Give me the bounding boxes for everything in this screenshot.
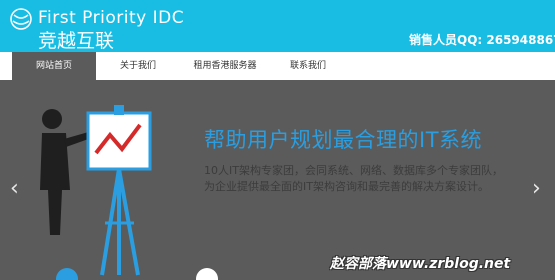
slide-dot-2[interactable] — [196, 268, 218, 280]
hero-description-line-2: 为企业提供最全面的IT架构咨询和最完善的解决方案设计。 — [204, 180, 489, 193]
hero-slider: ‹ › 帮助用户规划最合理的IT系统 10人IT架构专家团，会同系统、网络、数据… — [0, 80, 555, 280]
chevron-left-icon[interactable]: ‹ — [10, 176, 19, 201]
sales-contact: 销售人员QQ: 2659488672 — [409, 33, 555, 47]
watermark: 赵容部落www.zrblog.net — [330, 256, 511, 272]
nav-item-about[interactable]: 关于我们 — [102, 52, 174, 80]
presenter-easel-illustration — [40, 105, 152, 276]
logo-globe-icon — [10, 8, 32, 30]
logo[interactable]: First Priority IDC 竞越互联 — [8, 6, 368, 52]
nav-item-home[interactable]: 网站首页 — [12, 52, 96, 80]
hero-title: 帮助用户规划最合理的IT系统 — [204, 128, 483, 152]
nav-item-hk-servers[interactable]: 租用香港服务器 — [180, 52, 270, 80]
main-nav: 网站首页 关于我们 租用香港服务器 联系我们 — [0, 52, 555, 80]
logo-chinese-text: 竞越互联 — [38, 30, 115, 52]
site-header: First Priority IDC 竞越互联 销售人员QQ: 26594886… — [0, 0, 555, 52]
hero-description-line-1: 10人IT架构专家团，会同系统、网络、数据库多个专家团队， — [204, 164, 503, 177]
nav-item-contact[interactable]: 联系我们 — [278, 52, 338, 80]
logo-english-text: First Priority IDC — [38, 8, 185, 28]
